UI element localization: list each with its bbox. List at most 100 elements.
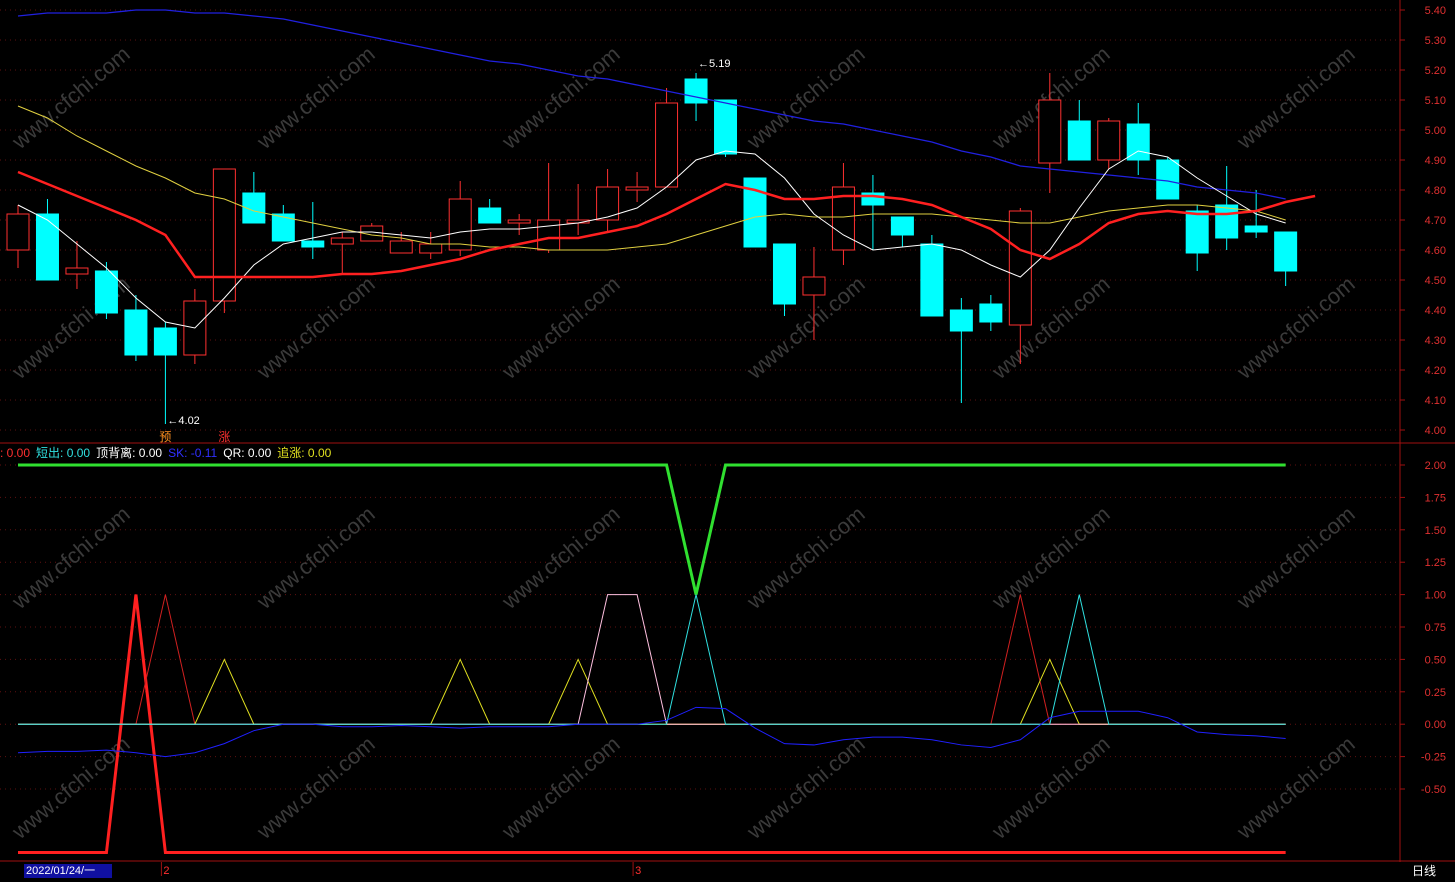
watermark-text: www.cfchi.com (251, 41, 379, 154)
watermark-text: www.cfchi.com (1231, 271, 1359, 384)
legend-item: : 0.00 (0, 446, 31, 460)
month-label: 2 (163, 865, 170, 877)
candle-body (65, 267, 89, 275)
candle (507, 214, 531, 235)
candle (949, 298, 973, 403)
price-tick-label: 4.60 (1425, 245, 1446, 257)
candle (330, 232, 354, 274)
price-tick-label: 4.30 (1425, 335, 1446, 347)
candle-body (1215, 204, 1239, 239)
candle (831, 163, 855, 265)
candle (1126, 103, 1150, 175)
indicator-tick-label: 0.00 (1425, 719, 1446, 731)
indicator-tick-label: 1.00 (1425, 590, 1446, 602)
chart-grid (0, 9, 1400, 790)
candle-body (979, 303, 1003, 323)
candle-body (949, 309, 973, 332)
indicator-tick-label: 0.75 (1425, 622, 1446, 634)
candle-body (124, 309, 148, 356)
indicator-series-line (18, 594, 1286, 855)
ma-blue-line (17, 9, 1286, 200)
candle-body (1097, 120, 1121, 161)
candle-body (772, 243, 796, 305)
legend-item: 短出: 0.00 (36, 446, 91, 460)
candle-body (330, 237, 354, 245)
candle (772, 243, 796, 316)
watermark-text: www.cfchi.com (986, 731, 1114, 844)
candle-body (389, 240, 413, 254)
price-tick-label: 5.40 (1425, 5, 1446, 17)
watermark-text: www.cfchi.com (986, 501, 1114, 614)
candle-body (301, 240, 325, 248)
candle (655, 88, 679, 188)
price-tick-label: 4.10 (1425, 395, 1446, 407)
price-tick-label: 4.20 (1425, 365, 1446, 377)
price-extreme-label: ←4.02 (167, 415, 199, 427)
candle (94, 262, 118, 319)
indicator-tick-label: 0.50 (1425, 654, 1446, 666)
candle (1067, 100, 1091, 161)
watermark-text: www.cfchi.com (6, 41, 134, 154)
watermark-text: www.cfchi.com (496, 41, 624, 154)
candle-body (1244, 225, 1268, 233)
price-extreme-label: ←5.19 (698, 58, 730, 70)
legend-item: 追涨: 0.00 (277, 446, 332, 460)
candlestick-series (6, 73, 1298, 424)
candle (625, 172, 649, 202)
month-label: 3 (635, 865, 642, 877)
price-tick-label: 4.50 (1425, 275, 1446, 287)
indicator-tick-label: 2.00 (1425, 460, 1446, 472)
candle-body (1067, 120, 1091, 161)
candle (890, 216, 914, 247)
candle-body (1126, 123, 1150, 161)
signal-marker: 预 (159, 430, 171, 444)
candle-body (1156, 159, 1180, 200)
period-selector[interactable]: 日线 (1404, 862, 1455, 880)
candle (1274, 231, 1298, 286)
indicator-tick-label: 1.50 (1425, 525, 1446, 537)
candle-body (890, 216, 914, 236)
candle (861, 175, 885, 250)
ma-yellow-line (17, 105, 1286, 251)
legend-item: QR: 0.00 (223, 446, 272, 460)
price-tick-label: 4.00 (1425, 425, 1446, 437)
indicator-tick-label: 0.25 (1425, 687, 1446, 699)
watermark-text: www.cfchi.com (741, 41, 869, 154)
price-tick-label: 5.30 (1425, 35, 1446, 47)
ma-red-line (17, 170, 1316, 279)
candle (596, 169, 620, 232)
watermark-text: www.cfchi.com (251, 501, 379, 614)
candle (478, 199, 502, 224)
candle (1156, 157, 1180, 200)
candle-body (478, 207, 502, 224)
candle (6, 205, 30, 268)
candle (920, 235, 944, 317)
stock-chart[interactable]: www.cfchi.com www.cfchi.com www.cfchi.com w… (0, 0, 1455, 882)
watermark-text: www.cfchi.com (6, 731, 134, 844)
candle (979, 295, 1003, 331)
watermark-text: www.cfchi.com (6, 501, 134, 614)
candle (242, 172, 266, 224)
price-tick-label: 4.40 (1425, 305, 1446, 317)
price-tick-label: 4.90 (1425, 155, 1446, 167)
candle-body (655, 102, 679, 188)
price-tick-label: 4.70 (1425, 215, 1446, 227)
candle-body (212, 168, 236, 302)
candle-body (1008, 210, 1032, 326)
candle-body (153, 327, 177, 356)
price-tick-label: 5.10 (1425, 95, 1446, 107)
candle-body (507, 219, 531, 224)
candle-body (684, 78, 708, 104)
price-tick-label: 5.20 (1425, 65, 1446, 77)
candle (1097, 118, 1121, 169)
legend-item: 顶背离: 0.00 (96, 446, 163, 460)
price-tick-label: 5.00 (1425, 125, 1446, 137)
legend-item: SK: -0.11 (168, 446, 218, 460)
indicator-tick-label: -0.50 (1421, 784, 1446, 796)
candle (271, 205, 295, 242)
candle-body (419, 243, 443, 254)
candle-body (714, 99, 738, 155)
watermark-text: www.cfchi.com (986, 271, 1114, 384)
watermark-text: www.cfchi.com (496, 271, 624, 384)
candle (212, 168, 236, 313)
